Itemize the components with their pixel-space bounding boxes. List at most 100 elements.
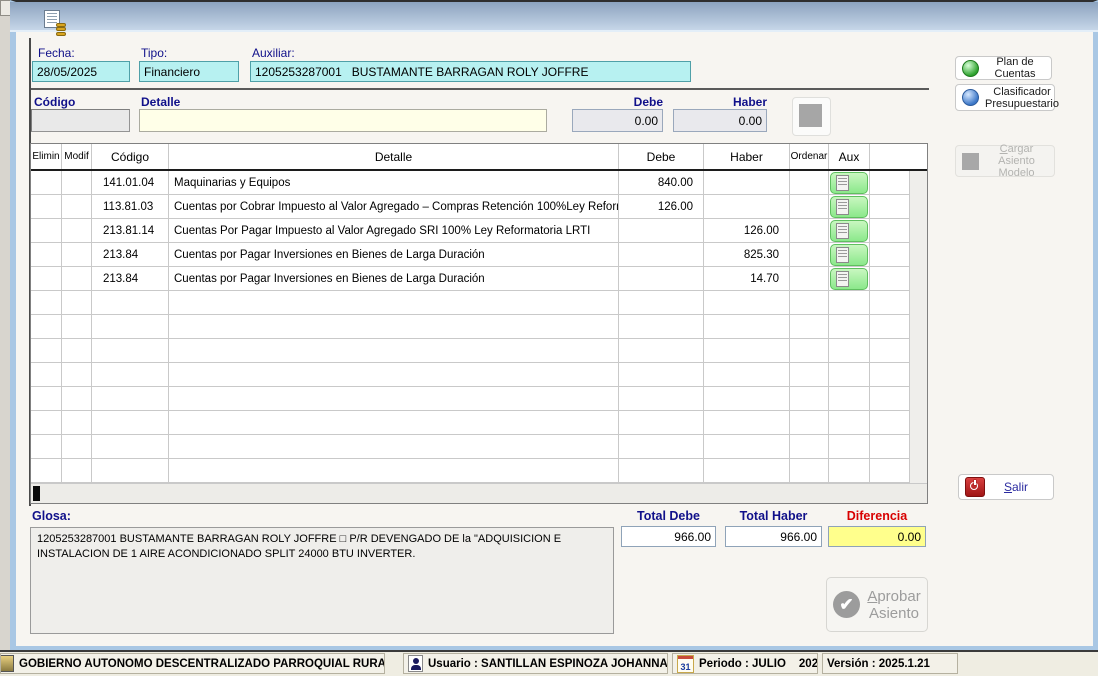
cell-ordenar: [790, 243, 829, 266]
plan-de-cuentas-label: Plan de Cuentas: [985, 56, 1045, 80]
power-icon: [965, 477, 985, 497]
add-line-button[interactable]: [792, 97, 831, 136]
periodo-label: Periodo : JULIO: [699, 658, 786, 670]
table-row[interactable]: [31, 387, 927, 411]
cell-detalle: Cuentas Por Pagar Impuesto al Valor Agre…: [169, 219, 619, 242]
aux-detail-button[interactable]: [830, 244, 868, 266]
tipo-label: Tipo:: [141, 46, 167, 60]
cell-haber: 825.30: [704, 243, 790, 266]
cell-fill: [870, 339, 877, 362]
cell-codigo: 113.81.03: [92, 195, 169, 218]
auxiliar-input[interactable]: [250, 61, 691, 82]
total-haber-input: [725, 526, 822, 547]
table-row[interactable]: [31, 435, 927, 459]
cell-ordenar: [790, 363, 829, 386]
cell-debe: [619, 219, 704, 242]
cell-fill: [870, 171, 877, 194]
cell-fill: [870, 387, 877, 410]
cell-ordenar: [790, 435, 829, 458]
cell-ordenar: [790, 267, 829, 290]
col-haber: Haber: [704, 144, 790, 169]
cell-codigo: [92, 459, 169, 482]
hscroll-thumb[interactable]: [33, 486, 40, 501]
entries-table: Elimin Modif Código Detalle Debe Haber O…: [30, 143, 928, 504]
aux-detail-button[interactable]: [830, 220, 868, 242]
statusbar-user-panel: Usuario : SANTILLAN ESPINOZA JOHANNA PAO…: [403, 653, 668, 674]
check-icon: ✔: [833, 591, 860, 618]
cell-fill: [870, 435, 877, 458]
cargar-asiento-label: Cargar Asiento Modelo: [985, 143, 1048, 179]
cargar-asiento-modelo-button[interactable]: Cargar Asiento Modelo: [955, 145, 1055, 177]
cell-fill: [870, 315, 877, 338]
aux-detail-button[interactable]: [830, 268, 868, 290]
clasificador-presupuestario-button[interactable]: Clasificador Presupuestario: [955, 84, 1055, 111]
cell-codigo: 213.84: [92, 243, 169, 266]
cell-codigo: [92, 411, 169, 434]
blue-sphere-icon: [962, 89, 979, 106]
cell-modif: [62, 387, 92, 410]
table-row[interactable]: [31, 291, 927, 315]
glosa-textarea[interactable]: 1205253287001 BUSTAMANTE BARRAGAN ROLY J…: [30, 527, 614, 634]
plan-de-cuentas-button[interactable]: Plan de Cuentas: [955, 56, 1052, 80]
table-row[interactable]: 113.81.03Cuentas por Cobrar Impuesto al …: [31, 195, 927, 219]
codigo-label: Código: [34, 95, 75, 109]
cell-haber: 14.70: [704, 267, 790, 290]
building-icon: [0, 655, 14, 672]
col-modif: Modif: [62, 144, 92, 169]
total-debe-input: [621, 526, 716, 547]
aprobar-asiento-label: Aprobar Asiento: [867, 588, 921, 622]
table-row[interactable]: 213.84Cuentas por Pagar Inversiones en B…: [31, 267, 927, 291]
salir-button[interactable]: Salir: [958, 474, 1054, 500]
detalle-input[interactable]: [139, 109, 547, 132]
table-row[interactable]: 141.01.04Maquinarias y Equipos840.00: [31, 171, 927, 195]
cell-fill: [870, 411, 877, 434]
detalle-label: Detalle: [141, 95, 180, 109]
calendar-icon: 31: [677, 655, 694, 673]
cell-detalle: [169, 435, 619, 458]
table-row[interactable]: [31, 315, 927, 339]
entry-document-icon[interactable]: [44, 10, 66, 30]
cell-codigo: [92, 315, 169, 338]
aux-detail-button[interactable]: [830, 172, 868, 194]
cell-elimin: [31, 339, 62, 362]
table-row[interactable]: [31, 411, 927, 435]
haber-label: Haber: [673, 95, 767, 109]
table-horizontal-scrollbar[interactable]: [31, 483, 927, 503]
table-row[interactable]: [31, 459, 927, 483]
table-row[interactable]: [31, 339, 927, 363]
aprobar-asiento-button[interactable]: ✔ Aprobar Asiento: [826, 577, 928, 632]
table-row[interactable]: [31, 363, 927, 387]
codigo-input[interactable]: [31, 109, 130, 132]
cell-codigo: [92, 387, 169, 410]
cell-elimin: [31, 387, 62, 410]
aux-detail-button[interactable]: [830, 196, 868, 218]
cell-codigo: 213.81.14: [92, 219, 169, 242]
cell-fill: [870, 459, 877, 482]
cell-modif: [62, 459, 92, 482]
col-elimin: Elimin: [31, 144, 62, 169]
cell-elimin: [31, 459, 62, 482]
cell-aux: [829, 267, 870, 290]
table-row[interactable]: 213.81.14Cuentas Por Pagar Impuesto al V…: [31, 219, 927, 243]
cell-ordenar: [790, 291, 829, 314]
haber-input[interactable]: [673, 109, 767, 132]
table-vertical-scrollbar[interactable]: [909, 171, 927, 503]
green-sphere-icon: [962, 60, 979, 77]
cell-modif: [62, 195, 92, 218]
note-page-icon: [836, 199, 849, 215]
cell-ordenar: [790, 339, 829, 362]
fecha-input[interactable]: [32, 61, 130, 82]
periodo-year: 2025: [799, 658, 818, 670]
cell-debe: 126.00: [619, 195, 704, 218]
diferencia-input: [828, 526, 926, 547]
table-row[interactable]: 213.84Cuentas por Pagar Inversiones en B…: [31, 243, 927, 267]
cell-haber: [704, 435, 790, 458]
usuario-label: Usuario : SANTILLAN ESPINOZA JOHANNA PAO…: [428, 658, 668, 670]
cell-codigo: [92, 291, 169, 314]
cell-detalle: Cuentas por Cobrar Impuesto al Valor Agr…: [169, 195, 619, 218]
debe-input[interactable]: [572, 109, 663, 132]
tipo-input[interactable]: [139, 61, 239, 82]
cell-elimin: [31, 243, 62, 266]
cell-debe: [619, 243, 704, 266]
cell-codigo: 141.01.04: [92, 171, 169, 194]
